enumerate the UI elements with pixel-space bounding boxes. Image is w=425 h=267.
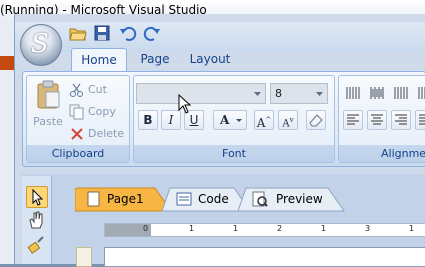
app-logo-icon: S — [31, 29, 49, 59]
justify-button[interactable] — [415, 110, 425, 130]
horizontal-ruler: 0 1 1 2 1 3 1 — [104, 223, 425, 237]
paste-button[interactable]: Paste — [33, 80, 63, 132]
tab-label: Layout — [189, 52, 231, 66]
vertical-ruler — [76, 247, 92, 267]
ruler-ticks: 0 1 1 2 1 3 1 — [143, 224, 425, 236]
alignment-group: Alignment — [338, 75, 425, 163]
redo-icon[interactable] — [143, 24, 161, 42]
ribbon-panel: Paste Cut Copy Delete Clipboard 8 B I U … — [22, 71, 425, 167]
paste-icon — [37, 80, 60, 109]
chevron-down-icon — [314, 87, 325, 100]
align-right-icon — [394, 114, 408, 130]
report-page-canvas[interactable] — [104, 247, 425, 267]
chevron-down-icon — [235, 111, 243, 134]
save-icon[interactable] — [93, 24, 111, 42]
shrink-font-button[interactable]: Av — [278, 110, 298, 130]
eraser-icon — [308, 114, 324, 131]
tab-label: Home — [81, 53, 117, 67]
font-group-label: Font — [134, 145, 334, 162]
grow-font-button[interactable]: A^ — [254, 110, 274, 130]
font-name-combobox[interactable] — [136, 83, 266, 104]
cut-label: Cut — [88, 83, 107, 96]
ruler-tick-label: 1 — [321, 224, 327, 233]
delete-button[interactable]: Delete — [69, 126, 124, 144]
delete-label: Delete — [88, 127, 125, 140]
align-center-button[interactable] — [367, 110, 387, 130]
ruler-tick-label: 2 — [277, 224, 283, 233]
quick-access-toolbar — [67, 22, 167, 44]
code-icon — [176, 191, 192, 210]
report-designer-window: S Home Page Layout Paste Cut Copy Delete… — [14, 14, 425, 267]
clear-formatting-button[interactable] — [306, 110, 326, 130]
tab-preview[interactable]: Preview — [238, 187, 348, 212]
undo-icon[interactable] — [119, 24, 137, 42]
copy-icon — [69, 104, 85, 120]
font-color-label: A — [220, 113, 230, 127]
format-painter-icon[interactable] — [26, 234, 48, 256]
tab-page[interactable]: Page — [135, 48, 175, 72]
tab-label: Page1 — [107, 192, 144, 206]
clipboard-group-label: Clipboard — [27, 145, 129, 162]
copy-label: Copy — [88, 105, 116, 118]
ruler-tick-label: 1 — [189, 224, 195, 233]
chevron-down-icon — [252, 87, 263, 100]
tab-layout[interactable]: Layout — [185, 48, 235, 72]
hand-tool-icon[interactable] — [26, 210, 48, 232]
tab-page1[interactable]: Page1 — [75, 187, 175, 212]
tab-label: Code — [198, 192, 229, 206]
paste-label: Paste — [33, 115, 63, 128]
delete-icon — [69, 126, 85, 142]
font-size-combobox[interactable]: 8 — [270, 83, 328, 104]
mouse-cursor-icon — [178, 93, 192, 117]
tab-label: Preview — [276, 192, 323, 206]
page-icon — [87, 191, 101, 210]
ruler-tick-label: 1 — [233, 224, 239, 233]
alignment-group-label: Alignment — [339, 145, 425, 162]
copy-button[interactable]: Copy — [69, 104, 116, 122]
toolbox — [22, 176, 52, 264]
font-group: 8 B I U A A^ Av Font — [133, 75, 335, 163]
ruler-tick-label: 1 — [409, 224, 415, 233]
cut-button[interactable]: Cut — [69, 82, 107, 100]
scissors-icon — [69, 82, 85, 98]
designer-area: Page1 Code Preview 0 1 1 2 1 3 1 — [22, 174, 425, 267]
tab-home[interactable]: Home — [71, 48, 127, 72]
justify-icon — [418, 114, 425, 130]
open-folder-icon[interactable] — [69, 24, 87, 42]
application-menu-button[interactable]: S — [20, 24, 62, 66]
pointer-tool-icon[interactable] — [26, 186, 48, 208]
bold-button[interactable]: B — [138, 110, 158, 130]
font-color-button[interactable]: A — [213, 110, 247, 130]
align-right-button[interactable] — [391, 110, 411, 130]
align-left-button[interactable] — [343, 110, 363, 130]
tab-label: Page — [140, 52, 170, 66]
preview-icon — [252, 191, 268, 210]
align-center-icon — [370, 114, 384, 130]
ruler-tick-label: 3 — [365, 224, 371, 233]
ruler-tick-label: 0 — [143, 224, 149, 233]
font-size-value: 8 — [275, 87, 282, 100]
clipboard-group: Paste Cut Copy Delete Clipboard — [26, 75, 130, 163]
shrink-font-label: A — [282, 118, 290, 130]
alignment-bars — [345, 85, 425, 101]
align-left-icon — [346, 114, 360, 130]
